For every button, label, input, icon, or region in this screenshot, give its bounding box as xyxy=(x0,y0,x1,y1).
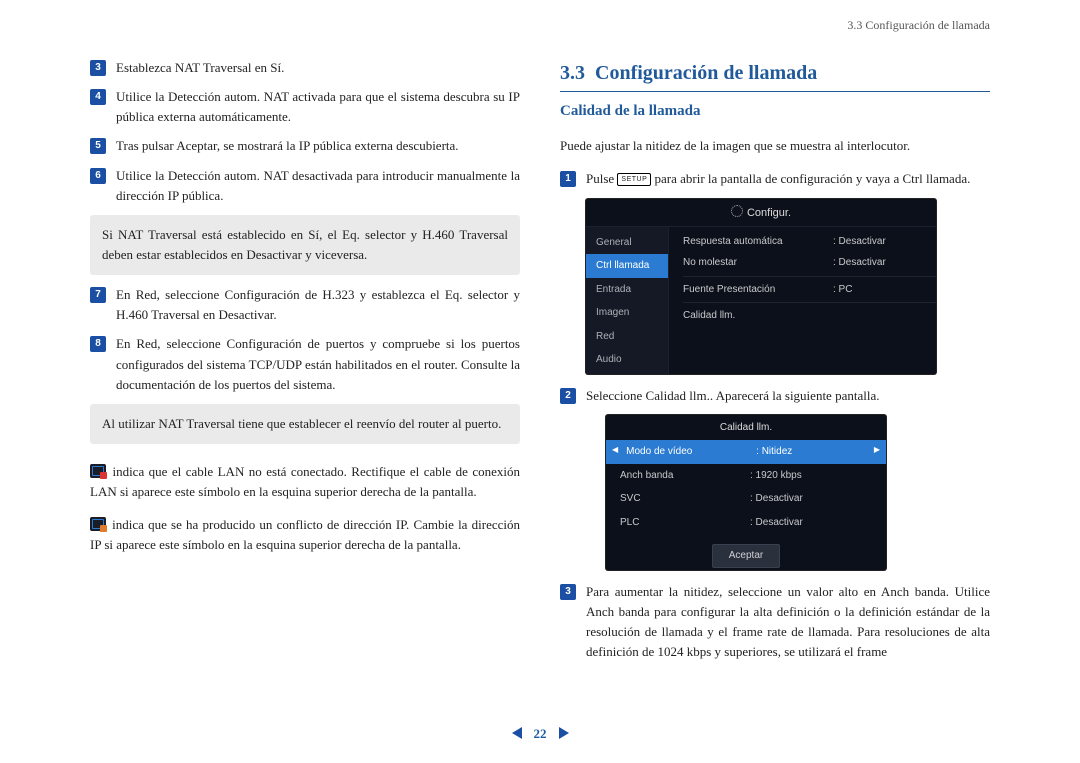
mock-sidebar: General Ctrl llamada Entrada Imagen Red … xyxy=(586,227,669,374)
step-badge: 7 xyxy=(90,287,106,303)
step-badge: 1 xyxy=(560,171,576,187)
step-badge: 6 xyxy=(90,168,106,184)
sidebar-item: General xyxy=(586,231,668,255)
sidebar-item: Imagen xyxy=(586,301,668,325)
step-text: Establezca NAT Traversal en Sí. xyxy=(116,60,284,75)
step-item: 3 Para aumentar la nitidez, seleccione u… xyxy=(586,582,990,663)
step-badge: 5 xyxy=(90,138,106,154)
note-text: Al utilizar NAT Traversal tiene que esta… xyxy=(102,416,501,431)
config-screenshot: Configur. General Ctrl llamada Entrada I… xyxy=(586,199,936,374)
step-item: 7 En Red, seleccione Configuración de H.… xyxy=(116,285,520,325)
step-text-a: Pulse xyxy=(586,171,617,186)
accept-button: Aceptar xyxy=(712,544,780,568)
lan-not-connected-note: indica que el cable LAN no está conectad… xyxy=(90,462,520,502)
step-text: Utilice la Detección autom. NAT activada… xyxy=(116,89,520,124)
step-item: 4 Utilice la Detección autom. NAT activa… xyxy=(116,87,520,127)
gear-icon xyxy=(731,205,743,217)
sidebar-item: Audio xyxy=(586,348,668,372)
note-text: Si NAT Traversal está establecido en Sí,… xyxy=(102,227,508,262)
step-item: 5 Tras pulsar Aceptar, se mostrará la IP… xyxy=(116,136,520,156)
section-title: Configuración de llamada xyxy=(595,62,817,84)
sidebar-item: Entrada xyxy=(586,278,668,302)
step-item: 3 Establezca NAT Traversal en Sí. xyxy=(116,58,520,78)
subsection-heading: Calidad de la llamada xyxy=(560,100,990,123)
section-heading: 3.3 Configuración de llamada xyxy=(560,58,990,92)
section-number: 3.3 xyxy=(560,62,585,84)
step-text: Para aumentar la nitidez, seleccione un … xyxy=(586,584,990,659)
step-item: 8 En Red, seleccione Configuración de pu… xyxy=(116,334,520,394)
step-badge: 8 xyxy=(90,336,106,352)
note-box: Si NAT Traversal está establecido en Sí,… xyxy=(90,215,520,275)
sidebar-item: Red xyxy=(586,325,668,349)
step-item: 2 Seleccione Calidad llm.. Aparecerá la … xyxy=(586,386,990,406)
step-badge: 4 xyxy=(90,89,106,105)
page-footer: 22 xyxy=(0,725,1080,743)
step-text: Tras pulsar Aceptar, se mostrará la IP p… xyxy=(116,138,459,153)
document-page: 3.3 Configuración de llamada 3 Establezc… xyxy=(0,0,1080,763)
setup-key-icon: SETUP xyxy=(617,173,651,186)
lan-disconnected-icon xyxy=(90,464,106,478)
paragraph-text: indica que se ha producido un conflicto … xyxy=(90,517,520,552)
step-item: 6 Utilice la Detección autom. NAT desact… xyxy=(116,166,520,206)
right-column: 3.3 Configuración de llamada Calidad de l… xyxy=(560,58,990,671)
step-item: 1 Pulse SETUP para abrir la pantalla de … xyxy=(586,169,990,189)
step-badge: 3 xyxy=(560,584,576,600)
quality-screenshot: Calidad llm. Modo de vídeo: Nitidez Anch… xyxy=(606,415,886,570)
sidebar-item-active: Ctrl llamada xyxy=(586,254,668,278)
step-text: En Red, seleccione Configuración de puer… xyxy=(116,336,520,391)
step-text: Utilice la Detección autom. NAT desactiv… xyxy=(116,168,520,203)
step-text: Seleccione Calidad llm.. Aparecerá la si… xyxy=(586,388,879,403)
mock-title: Configur. xyxy=(586,199,936,226)
intro-text: Puede ajustar la nitidez de la imagen qu… xyxy=(560,136,990,156)
step-badge: 3 xyxy=(90,60,106,76)
ip-conflict-note: indica que se ha producido un conflicto … xyxy=(90,515,520,555)
breadcrumb: 3.3 Configuración de llamada xyxy=(847,18,990,33)
sidebar-item: Cámara xyxy=(586,372,668,374)
ip-conflict-icon xyxy=(90,517,106,531)
page-number: 22 xyxy=(534,726,547,741)
two-column-layout: 3 Establezca NAT Traversal en Sí. 4 Util… xyxy=(90,58,990,671)
mock-content: Modo de vídeo: Nitidez Anch banda: 1920 … xyxy=(606,440,886,570)
next-page-icon[interactable] xyxy=(559,727,569,739)
note-box: Al utilizar NAT Traversal tiene que esta… xyxy=(90,404,520,444)
step-text-b: para abrir la pantalla de configuración … xyxy=(655,171,971,186)
step-text: En Red, seleccione Configuración de H.32… xyxy=(116,287,520,322)
mock-title: Calidad llm. xyxy=(606,415,886,441)
mock-content: Respuesta automática: Desactivar No mole… xyxy=(669,227,936,374)
step-badge: 2 xyxy=(560,388,576,404)
paragraph-text: indica que el cable LAN no está conectad… xyxy=(90,464,520,499)
left-column: 3 Establezca NAT Traversal en Sí. 4 Util… xyxy=(90,58,520,671)
prev-page-icon[interactable] xyxy=(512,727,522,739)
